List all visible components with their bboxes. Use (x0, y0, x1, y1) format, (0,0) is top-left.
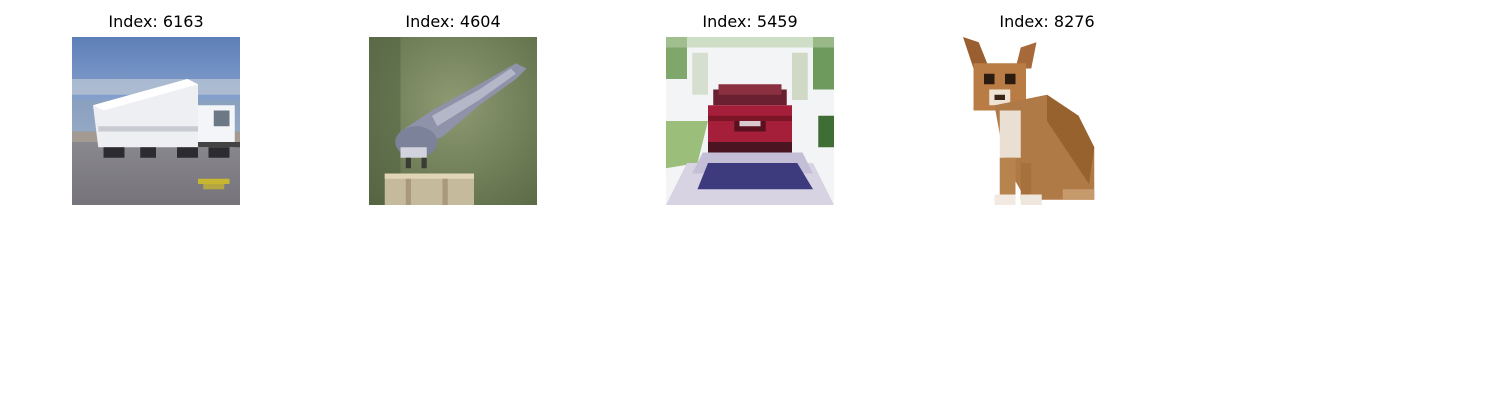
image-panel-2: Index: 4604 (353, 10, 553, 210)
dog-image (963, 37, 1131, 205)
panel-title: Index: 8276 (999, 12, 1095, 31)
panel-title: Index: 4604 (405, 12, 501, 31)
dog-picture (963, 37, 1131, 205)
bird-image (369, 37, 537, 205)
image-panel-4: Index: 8276 (947, 10, 1147, 210)
truck-image (72, 37, 240, 205)
panel-title: Index: 6163 (108, 12, 204, 31)
bird-picture (369, 37, 537, 205)
image-panel-1: Index: 6163 (56, 10, 256, 210)
panel-title: Index: 5459 (702, 12, 798, 31)
car-picture (666, 37, 834, 205)
truck-picture (72, 37, 240, 205)
image-panel-3: Index: 5459 (650, 10, 850, 210)
car-image (666, 37, 834, 205)
